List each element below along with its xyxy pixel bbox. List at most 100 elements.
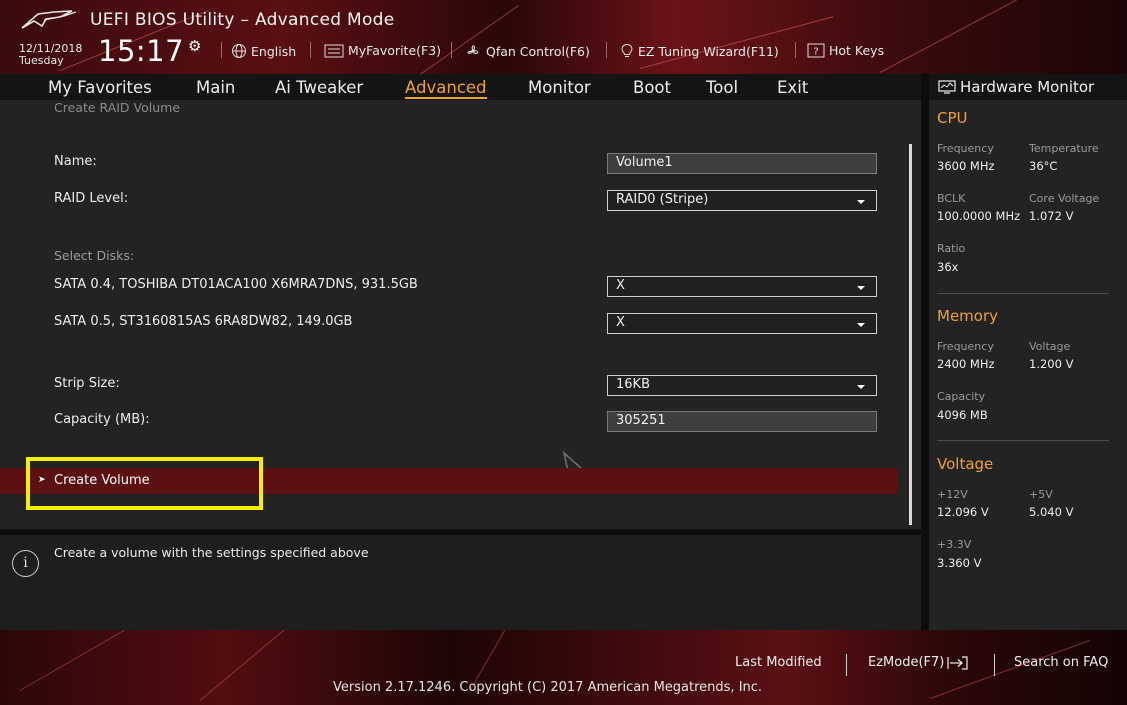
name-label: Name: <box>54 154 97 169</box>
chevron-down-icon <box>857 323 865 327</box>
rog-logo-icon <box>21 10 77 29</box>
tab-monitor[interactable]: Monitor <box>528 78 591 97</box>
v12-label: +12V <box>937 488 968 501</box>
footer-divider <box>846 654 847 676</box>
volume-name-field[interactable]: Volume1 <box>607 153 877 174</box>
ratio-label: Ratio <box>937 242 966 255</box>
qfan-label: Qfan Control(F6) <box>486 43 590 59</box>
disk-select-value: X <box>616 278 625 293</box>
toolbar-divider <box>795 42 796 58</box>
tab-main[interactable]: Main <box>196 78 235 97</box>
ez-tuning-label: EZ Tuning Wizard(F11) <box>638 43 779 59</box>
myfavorite-button[interactable]: MyFavorite(F3) <box>324 43 441 58</box>
tab-advanced[interactable]: Advanced <box>405 78 487 99</box>
v12-value: 12.096 V <box>937 505 989 519</box>
core-voltage-value: 1.072 V <box>1029 209 1074 223</box>
breadcrumb[interactable]: Create RAID Volume <box>54 100 180 115</box>
bclk-label: BCLK <box>937 192 966 205</box>
myfavorite-label: MyFavorite(F3) <box>348 43 442 58</box>
tab-my-favorites[interactable]: My Favorites <box>48 78 152 97</box>
memory-frequency-value: 2400 MHz <box>937 357 995 371</box>
disk-label: SATA 0.4, TOSHIBA DT01ACA100 X6MRA7DNS, … <box>54 277 418 292</box>
ezmode-label: EzMode(F7) <box>868 655 945 670</box>
disk-select-dropdown[interactable]: X <box>607 276 877 297</box>
main-menu-tabs: My Favorites Main Ai Tweaker Advanced Mo… <box>0 74 921 100</box>
core-voltage-label: Core Voltage <box>1029 192 1100 205</box>
hot-keys-button[interactable]: ? Hot Keys <box>807 43 884 58</box>
info-icon: i <box>12 550 39 577</box>
favorite-list-icon <box>324 44 344 57</box>
search-faq-button[interactable]: Search on FAQ <box>1014 655 1108 670</box>
last-modified-button[interactable]: Last Modified <box>735 655 822 670</box>
chevron-down-icon <box>857 200 865 204</box>
voltage-heading: Voltage <box>937 455 994 473</box>
hot-keys-label: Hot Keys <box>829 43 885 58</box>
section-divider <box>937 293 1109 294</box>
svg-text:?: ? <box>813 47 818 58</box>
help-question-icon: ? <box>807 43 825 58</box>
help-panel: i Create a volume with the settings spec… <box>0 535 921 630</box>
toolbar-divider <box>221 42 222 58</box>
memory-capacity-label: Capacity <box>937 390 986 403</box>
disk-select-dropdown[interactable]: X <box>607 313 877 334</box>
app-title: UEFI BIOS Utility – Advanced Mode <box>90 10 395 30</box>
date-display: 12/11/2018 Tuesday <box>19 43 82 67</box>
help-text: Create a volume with the settings specif… <box>54 545 369 560</box>
monitor-icon <box>938 80 956 94</box>
chevron-down-icon <box>857 385 865 389</box>
footer-bar: Last Modified EzMode(F7) Search on FAQ V… <box>0 630 1127 705</box>
hardware-monitor-title: Hardware Monitor <box>960 78 1095 96</box>
memory-voltage-label: Voltage <box>1029 340 1071 353</box>
scrollbar[interactable] <box>909 144 912 525</box>
settings-panel: Create RAID Volume Name: Volume1 RAID Le… <box>0 100 921 529</box>
ez-tuning-wizard-button[interactable]: EZ Tuning Wizard(F11) <box>620 43 779 59</box>
ezmode-button[interactable]: EzMode(F7) <box>868 655 969 670</box>
cpu-frequency-value: 3600 MHz <box>937 159 995 173</box>
tab-ai-tweaker[interactable]: Ai Tweaker <box>275 78 363 97</box>
version-info: Version 2.17.1246. Copyright (C) 2017 Am… <box>333 680 763 695</box>
capacity-label: Capacity (MB): <box>54 412 150 427</box>
strip-size-label: Strip Size: <box>54 376 120 391</box>
tab-exit[interactable]: Exit <box>777 78 808 97</box>
footer-divider <box>994 654 995 676</box>
v33-value: 3.360 V <box>937 556 982 570</box>
tab-boot[interactable]: Boot <box>633 78 671 97</box>
hardware-monitor-header: Hardware Monitor <box>929 74 1127 100</box>
highlight-box <box>26 457 263 510</box>
language-label: English <box>251 43 297 59</box>
language-button[interactable]: English <box>231 43 296 59</box>
capacity-field[interactable]: 305251 <box>607 411 877 432</box>
tab-tool[interactable]: Tool <box>706 78 738 97</box>
cpu-heading: CPU <box>937 109 968 127</box>
toolbar-divider <box>310 42 311 58</box>
header-bar: UEFI BIOS Utility – Advanced Mode 12/11/… <box>0 0 1127 74</box>
cpu-frequency-label: Frequency <box>937 142 994 155</box>
select-disks-heading: Select Disks: <box>54 248 135 263</box>
memory-frequency-label: Frequency <box>937 340 994 353</box>
raid-level-dropdown[interactable]: RAID0 (Stripe) <box>607 190 877 211</box>
ratio-value: 36x <box>937 260 959 274</box>
hardware-monitor-panel: Hardware Monitor CPU Frequency Temperatu… <box>929 74 1127 630</box>
memory-heading: Memory <box>937 307 999 325</box>
exit-arrow-icon <box>947 655 968 670</box>
raid-level-label: RAID Level: <box>54 191 129 206</box>
bclk-value: 100.0000 MHz <box>937 209 1021 223</box>
disk-label: SATA 0.5, ST3160815AS 6RA8DW82, 149.0GB <box>54 314 353 329</box>
memory-capacity-value: 4096 MB <box>937 408 988 422</box>
v33-label: +3.3V <box>937 538 972 551</box>
v5-value: 5.040 V <box>1029 505 1074 519</box>
v5-label: +5V <box>1029 488 1053 501</box>
qfan-control-button[interactable]: Qfan Control(F6) <box>464 43 590 59</box>
fan-icon <box>467 45 479 55</box>
volume-name-value: Volume1 <box>616 155 673 170</box>
chevron-down-icon <box>857 286 865 290</box>
clock-display: 15:17 <box>98 34 185 68</box>
capacity-value: 305251 <box>616 413 666 428</box>
toolbar-divider <box>451 42 452 58</box>
cpu-temperature-label: Temperature <box>1029 142 1099 155</box>
memory-voltage-value: 1.200 V <box>1029 357 1074 371</box>
clock-settings-gear-icon[interactable]: ⚙ <box>188 37 201 55</box>
disk-select-value: X <box>616 315 625 330</box>
cpu-temperature-value: 36°C <box>1029 159 1058 173</box>
strip-size-dropdown[interactable]: 16KB <box>607 375 877 396</box>
